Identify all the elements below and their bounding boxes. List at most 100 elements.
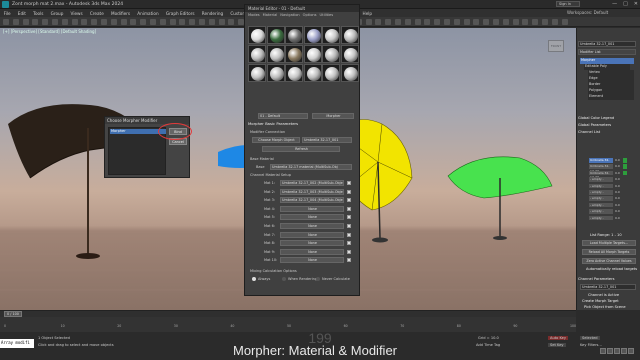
key-filters-button[interactable]: Key Filters... — [580, 343, 602, 347]
morph-channel-value[interactable]: 0.0 — [615, 203, 622, 208]
material-slot[interactable] — [303, 64, 322, 82]
mix-never-radio[interactable] — [316, 277, 320, 281]
morph-channel[interactable]: - empty - — [589, 202, 613, 208]
menu-animation[interactable]: Animation — [134, 11, 163, 16]
mix-always-radio[interactable] — [252, 277, 256, 281]
toolbar-icon[interactable] — [551, 19, 558, 25]
add-time-tag[interactable]: Add Time Tag — [476, 343, 500, 347]
viewport-label[interactable]: [+] [Perspective] [Standard] [Default Sh… — [3, 29, 96, 34]
morpher-list[interactable]: Morpher — [108, 127, 166, 175]
mat-slot-button[interactable]: Umbrella 32-17_003 (MultiSub-Object) — [280, 188, 344, 195]
mat-slot-button[interactable]: Umbrella 32-17_002 (MultiSub-Object) — [280, 180, 344, 186]
toolbar-icon[interactable] — [395, 19, 401, 25]
toolbar-icon[interactable] — [404, 19, 411, 25]
object-name-field[interactable]: Umbrella 32-17_001 — [578, 41, 636, 47]
toolbar-icon[interactable] — [179, 19, 186, 25]
toolbar-icon[interactable] — [130, 19, 137, 25]
material-slot[interactable] — [285, 45, 303, 63]
set-key-button[interactable]: Set Key — [548, 343, 566, 347]
mat-slot-checkbox[interactable] — [347, 215, 351, 220]
toolbar-icon[interactable] — [208, 19, 215, 25]
morph-channel-value[interactable]: 0.0 — [615, 209, 622, 214]
global-color-header[interactable]: Global Color Legend — [578, 115, 638, 121]
morph-channel-value[interactable]: 0.0 — [615, 158, 622, 163]
mat-slot-checkbox[interactable] — [347, 206, 351, 211]
toolbar-icon[interactable] — [32, 19, 39, 25]
toolbar-icon[interactable] — [189, 19, 196, 25]
toolbar-icon[interactable] — [140, 19, 147, 25]
toolbar-icon[interactable] — [228, 19, 235, 25]
mat-slot-checkbox[interactable] — [347, 198, 351, 203]
toolbar-icon[interactable] — [512, 19, 519, 25]
material-slot[interactable] — [285, 64, 303, 82]
mat-slot-button[interactable]: None — [280, 257, 344, 264]
minimize-button[interactable]: — — [612, 1, 617, 7]
mat-slot-button[interactable]: None — [280, 240, 344, 247]
material-slot[interactable] — [340, 45, 359, 63]
toolbar-icon[interactable] — [463, 19, 470, 25]
toolbar-icon[interactable] — [532, 19, 539, 25]
toolbar-icon[interactable] — [424, 19, 431, 25]
mat-slot-checkbox[interactable] — [347, 249, 351, 254]
toolbar-icon[interactable] — [385, 19, 392, 25]
toolbar-icon[interactable] — [473, 19, 480, 25]
morph-channel-value[interactable]: 0.0 — [615, 216, 622, 221]
mat-slot-checkbox[interactable] — [347, 224, 351, 228]
refresh-button[interactable]: Refresh — [262, 146, 340, 152]
mat-slot-checkbox[interactable] — [347, 241, 351, 246]
mat-slot-button[interactable]: None — [280, 205, 344, 212]
load-targets-button[interactable]: Load Multiple Targets... — [582, 240, 636, 246]
menu-help[interactable]: Help — [359, 11, 376, 16]
maxscript-listener[interactable]: Array modifi — [0, 339, 34, 348]
morph-channel[interactable]: - empty - — [589, 177, 613, 182]
time-slider[interactable]: 0 / 100 — [0, 310, 576, 317]
morph-channel[interactable]: - empty - — [589, 183, 613, 189]
mat-slot-checkbox[interactable] — [347, 189, 351, 194]
green-umbrella[interactable] — [447, 156, 553, 240]
playback-control-button[interactable] — [628, 348, 634, 354]
morph-channel[interactable]: - empty - — [589, 215, 613, 221]
mat-menu-material[interactable]: Material — [263, 12, 278, 18]
channel-name-field[interactable]: Umbrella 32-17_001 — [580, 284, 636, 290]
toolbar-icon[interactable] — [502, 19, 509, 25]
viewcube[interactable]: FRONT — [548, 40, 564, 52]
mat-slot-button[interactable]: None — [280, 231, 344, 238]
sign-in-button[interactable]: Sign In — [556, 1, 580, 7]
toolbar-icon[interactable] — [22, 19, 29, 25]
toolbar-icon[interactable] — [3, 19, 9, 25]
mat-slot-button[interactable]: None — [280, 223, 344, 229]
zero-active-button[interactable]: Zero Active Channel Values — [582, 258, 636, 264]
material-slot[interactable] — [248, 64, 266, 82]
morph-channel[interactable]: Umbrella 32-17_00 — [589, 158, 613, 167]
material-slot[interactable] — [322, 64, 340, 82]
modifier-list-dropdown[interactable]: Modifier List — [578, 49, 636, 55]
morph-channel-value[interactable]: 0.0 — [615, 177, 622, 182]
menu-tools[interactable]: Tools — [30, 11, 48, 16]
morpher-params-header[interactable]: Morpher Basic Parameters — [248, 121, 354, 127]
workspace-select[interactable]: Workspaces: Default — [567, 10, 608, 15]
morph-channel-value[interactable]: 0.0 — [615, 196, 622, 201]
mat-menu-options[interactable]: Options — [303, 12, 317, 18]
auto-reload-checkbox[interactable]: Automatically reload targets — [586, 266, 640, 272]
auto-key-button[interactable]: Auto Key — [548, 336, 569, 340]
morph-channel[interactable]: Umbrella 32-17_00 — [589, 164, 613, 173]
toolbar-icon[interactable] — [542, 19, 548, 25]
morph-channel-value[interactable]: 0.0 — [615, 190, 622, 195]
toolbar-icon[interactable] — [169, 19, 176, 25]
menu-rendering[interactable]: Rendering — [198, 11, 227, 16]
toolbar-icon[interactable] — [110, 19, 117, 25]
material-slot[interactable] — [266, 45, 285, 63]
material-slot[interactable] — [266, 64, 285, 82]
selected-dropdown[interactable]: Selected — [580, 336, 600, 340]
mat-slot-button[interactable]: None — [280, 214, 344, 221]
material-name-field[interactable]: 01 - Default — [258, 113, 308, 119]
modifier-stack-item[interactable]: Element — [588, 94, 634, 100]
material-slot[interactable] — [303, 45, 322, 63]
mat-slot-checkbox[interactable] — [347, 181, 351, 185]
choose-morph-object-button[interactable]: Choose Morph Object — [252, 137, 300, 143]
morph-object-field[interactable]: Umbrella 32-17_001 — [302, 137, 352, 143]
material-slot[interactable] — [340, 26, 359, 44]
menu-modifiers[interactable]: Modifiers — [107, 11, 133, 16]
toolbar-icon[interactable] — [453, 19, 460, 25]
mix-rendering-radio[interactable] — [282, 277, 286, 281]
